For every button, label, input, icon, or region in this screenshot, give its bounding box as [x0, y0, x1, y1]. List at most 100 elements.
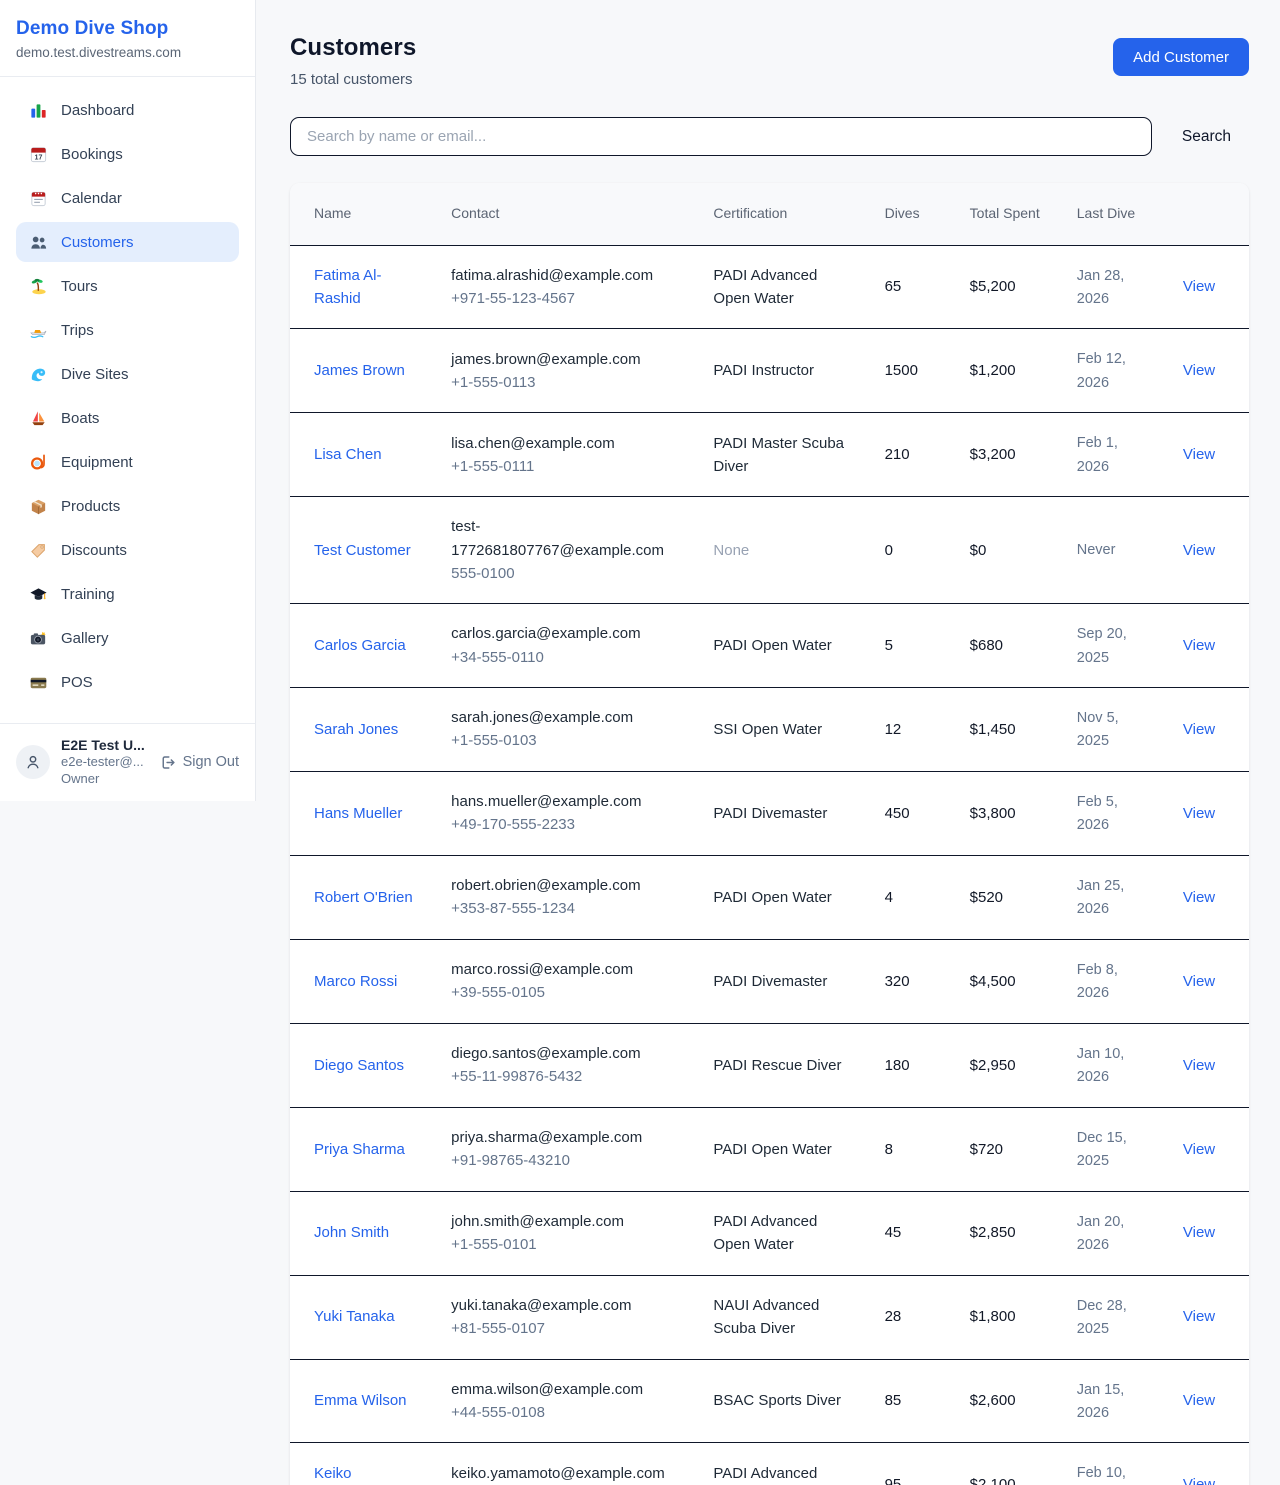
customer-certification: PADI Open Water — [713, 637, 831, 654]
customer-certification: PADI Advanced Open Water — [713, 1213, 817, 1253]
customer-name-link[interactable]: Fatima Al-Rashid — [314, 267, 382, 307]
customer-certification: PADI Instructor — [713, 362, 814, 379]
customer-last-dive: Never — [1077, 542, 1116, 558]
column-header-name: Name — [290, 183, 435, 245]
customer-name-link[interactable]: Keiko Yamamoto — [314, 1465, 385, 1485]
customer-email: james.brown@example.com — [451, 348, 681, 371]
sidebar-item-products[interactable]: Products — [16, 486, 239, 526]
customer-name-link[interactable]: Diego Santos — [314, 1057, 404, 1074]
table-row: Marco Rossi marco.rossi@example.com +39-… — [290, 939, 1249, 1023]
customer-last-dive: Jan 10, 2026 — [1077, 1046, 1125, 1085]
table-row: Priya Sharma priya.sharma@example.com +9… — [290, 1107, 1249, 1191]
customer-total-spent: $680 — [970, 637, 1003, 654]
search-input[interactable] — [290, 117, 1152, 156]
customer-phone: +1-555-0113 — [451, 371, 681, 394]
sidebar: Demo Dive Shop demo.test.divestreams.com… — [0, 0, 256, 801]
customer-email: test-1772681807767@example.com — [451, 515, 681, 562]
sidebar-item-training[interactable]: Training — [16, 574, 239, 614]
customer-dives: 1500 — [885, 362, 918, 379]
customer-name-link[interactable]: Hans Mueller — [314, 805, 402, 822]
sign-out-button[interactable]: Sign Out — [159, 754, 239, 771]
view-link[interactable]: View — [1183, 1476, 1215, 1485]
sidebar-item-tours[interactable]: Tours — [16, 266, 239, 306]
sidebar-item-discounts[interactable]: Discounts — [16, 530, 239, 570]
customer-name-link[interactable]: Lisa Chen — [314, 446, 382, 463]
sidebar-item-dashboard[interactable]: Dashboard — [16, 90, 239, 130]
view-link[interactable]: View — [1183, 278, 1215, 295]
calendar-pad-icon — [28, 188, 48, 208]
view-link[interactable]: View — [1183, 805, 1215, 822]
customer-email: keiko.yamamoto@example.com — [451, 1462, 681, 1485]
view-link[interactable]: View — [1183, 973, 1215, 990]
view-link[interactable]: View — [1183, 1141, 1215, 1158]
view-link[interactable]: View — [1183, 1392, 1215, 1409]
customer-last-dive: Jan 25, 2026 — [1077, 878, 1125, 917]
customer-email: yuki.tanaka@example.com — [451, 1294, 681, 1317]
customer-phone: +91-98765-43210 — [451, 1149, 681, 1172]
customer-certification: BSAC Sports Diver — [713, 1392, 841, 1409]
customer-name-link[interactable]: Test Customer — [314, 542, 411, 559]
customer-dives: 65 — [885, 278, 902, 295]
customer-email: fatima.alrashid@example.com — [451, 264, 681, 287]
column-header-last-dive: Last Dive — [1061, 183, 1167, 245]
customer-certification: PADI Divemaster — [713, 973, 827, 990]
table-row: Sarah Jones sarah.jones@example.com +1-5… — [290, 688, 1249, 772]
sidebar-item-equipment[interactable]: Equipment — [16, 442, 239, 482]
sidebar-item-boats[interactable]: Boats — [16, 398, 239, 438]
view-link[interactable]: View — [1183, 1057, 1215, 1074]
view-link[interactable]: View — [1183, 542, 1215, 559]
sidebar-item-bookings[interactable]: 17 Bookings — [16, 134, 239, 174]
customer-name-link[interactable]: James Brown — [314, 362, 405, 379]
customer-name-link[interactable]: Carlos Garcia — [314, 637, 406, 654]
customer-name-link[interactable]: Yuki Tanaka — [314, 1308, 395, 1325]
sidebar-item-gallery[interactable]: Gallery — [16, 618, 239, 658]
customer-dives: 450 — [885, 805, 910, 822]
user-email: e2e-tester@... — [61, 753, 146, 771]
customer-total-spent: $5,200 — [970, 278, 1016, 295]
camera-icon — [28, 628, 48, 648]
table-row: Test Customer test-1772681807767@example… — [290, 497, 1249, 604]
view-link[interactable]: View — [1183, 446, 1215, 463]
bar-chart-icon — [28, 100, 48, 120]
customer-dives: 180 — [885, 1057, 910, 1074]
sidebar-item-calendar[interactable]: Calendar — [16, 178, 239, 218]
sidebar-item-trips[interactable]: Trips — [16, 310, 239, 350]
customer-name-link[interactable]: Emma Wilson — [314, 1392, 407, 1409]
view-link[interactable]: View — [1183, 889, 1215, 906]
tag-icon — [28, 540, 48, 560]
customer-total-spent: $520 — [970, 889, 1003, 906]
view-link[interactable]: View — [1183, 1224, 1215, 1241]
view-link[interactable]: View — [1183, 1308, 1215, 1325]
customer-dives: 4 — [885, 889, 893, 906]
view-link[interactable]: View — [1183, 362, 1215, 379]
search-button[interactable]: Search — [1182, 128, 1231, 146]
island-icon — [28, 276, 48, 296]
brand-domain: demo.test.divestreams.com — [16, 45, 239, 60]
sidebar-item-pos[interactable]: POS — [16, 662, 239, 702]
customer-total-spent: $2,850 — [970, 1224, 1016, 1241]
table-row: Fatima Al-Rashid fatima.alrashid@example… — [290, 245, 1249, 329]
view-link[interactable]: View — [1183, 721, 1215, 738]
sidebar-item-customers[interactable]: Customers — [16, 222, 239, 262]
add-customer-button[interactable]: Add Customer — [1113, 38, 1249, 76]
customers-table: NameContactCertificationDivesTotal Spent… — [290, 183, 1249, 1485]
customer-name-link[interactable]: Marco Rossi — [314, 973, 397, 990]
customer-certification: SSI Open Water — [713, 721, 822, 738]
table-row: Keiko Yamamoto keiko.yamamoto@example.co… — [290, 1443, 1249, 1485]
customer-dives: 8 — [885, 1141, 893, 1158]
calendar-date-icon: 17 — [28, 144, 48, 164]
customer-phone: +1-555-0103 — [451, 729, 681, 752]
sidebar-item-dive-sites[interactable]: Dive Sites — [16, 354, 239, 394]
svg-text:17: 17 — [34, 153, 42, 161]
customer-name-link[interactable]: Robert O'Brien — [314, 889, 413, 906]
table-row: Carlos Garcia carlos.garcia@example.com … — [290, 604, 1249, 688]
customer-phone: +1-555-0101 — [451, 1233, 681, 1256]
users-icon — [28, 232, 48, 252]
customer-total-spent: $1,200 — [970, 362, 1016, 379]
view-link[interactable]: View — [1183, 637, 1215, 654]
customer-phone: +1-555-0111 — [451, 455, 681, 478]
customer-name-link[interactable]: Priya Sharma — [314, 1141, 405, 1158]
customer-last-dive: Feb 5, 2026 — [1077, 794, 1118, 833]
customer-name-link[interactable]: Sarah Jones — [314, 721, 398, 738]
customer-name-link[interactable]: John Smith — [314, 1224, 389, 1241]
